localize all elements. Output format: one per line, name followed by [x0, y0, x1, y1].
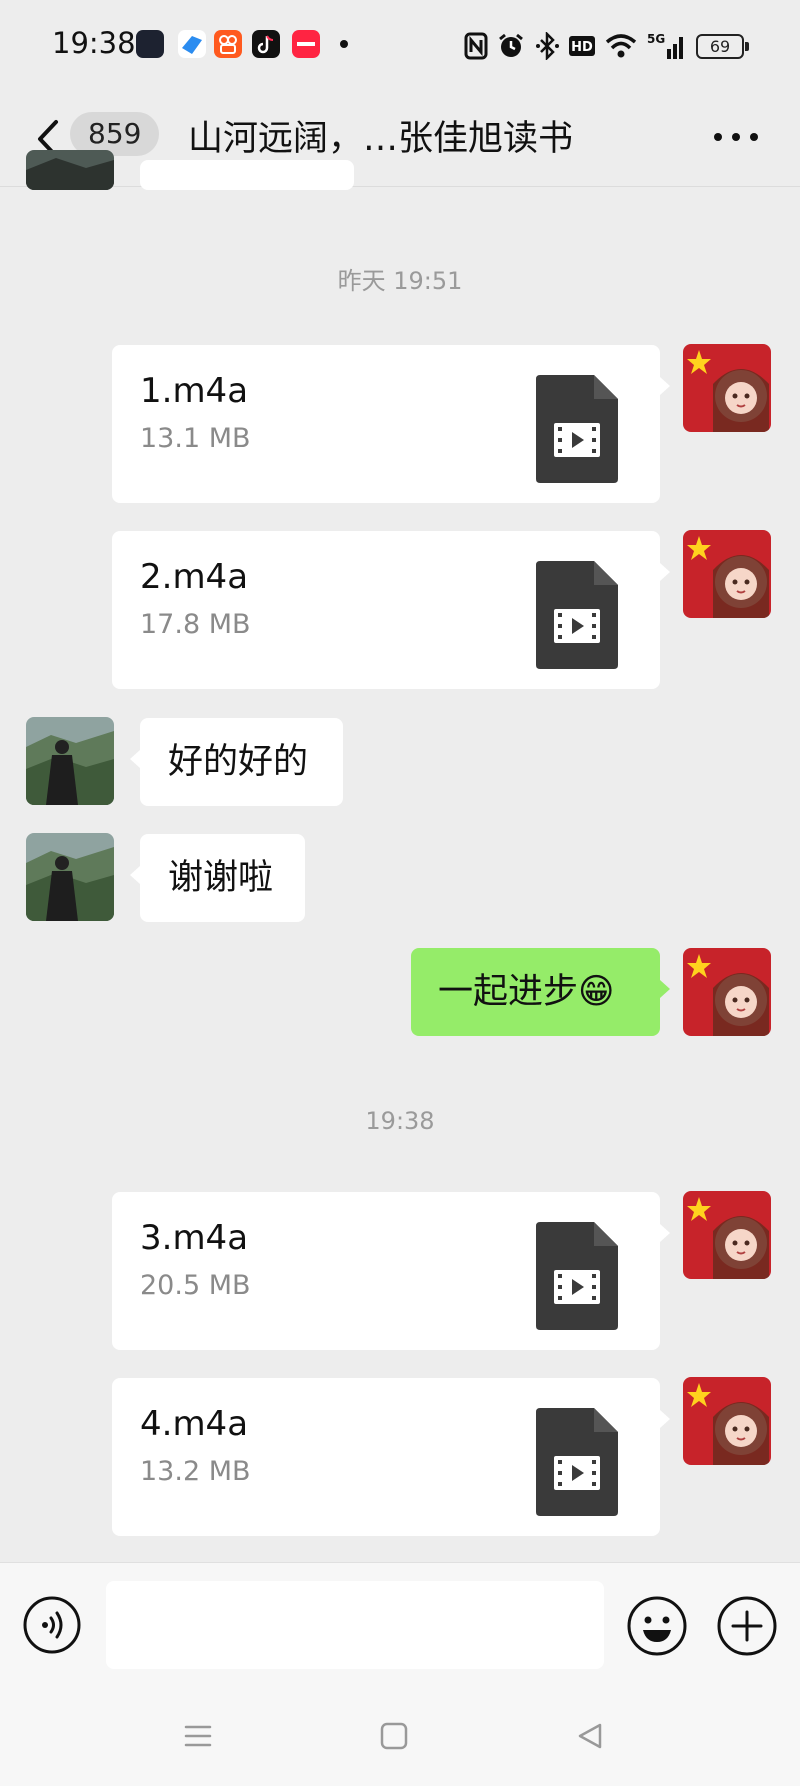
file-name: 2.m4a	[140, 557, 249, 597]
more-notifications-dot	[340, 40, 348, 48]
home-icon[interactable]	[374, 1716, 414, 1756]
text-message[interactable]: 一起进步😁	[411, 948, 670, 1036]
avatar-contact[interactable]	[26, 150, 114, 190]
file-size: 17.8 MB	[140, 609, 251, 640]
kuaishou-icon	[214, 30, 242, 58]
wifi-icon	[605, 34, 637, 58]
file-message[interactable]: 2.m4a 17.8 MB	[112, 531, 670, 689]
xiaohongshu-icon	[292, 30, 320, 58]
file-name: 4.m4a	[140, 1404, 249, 1444]
input-bar	[0, 1562, 800, 1689]
file-size: 20.5 MB	[140, 1270, 251, 1301]
message-text: 好的好的	[168, 742, 309, 782]
chat-title: 山河远阔，…张佳旭读书	[188, 119, 574, 159]
video-file-icon	[536, 561, 618, 669]
file-size: 13.2 MB	[140, 1456, 251, 1487]
video-file-icon	[536, 375, 618, 483]
back-nav-icon[interactable]	[570, 1716, 610, 1756]
battery-icon: 69	[696, 33, 749, 59]
file-size: 13.1 MB	[140, 423, 251, 454]
avatar-self[interactable]	[683, 530, 771, 618]
voice-input-icon[interactable]	[22, 1595, 82, 1655]
feishu-icon	[178, 30, 206, 58]
douyin-icon	[252, 30, 280, 58]
recent-apps-icon[interactable]	[178, 1716, 218, 1756]
avatar-self[interactable]	[683, 344, 771, 432]
file-message[interactable]: 4.m4a 13.2 MB	[112, 1378, 670, 1536]
file-message[interactable]: 3.m4a 20.5 MB	[112, 1192, 670, 1350]
timestamp: 19:38	[365, 1107, 435, 1135]
alarm-icon	[499, 33, 523, 57]
status-bar: 19:38 HD 5G 69	[0, 0, 800, 92]
avatar-contact[interactable]	[26, 717, 114, 805]
avatar-self[interactable]	[683, 1377, 771, 1465]
bluetooth-icon	[536, 32, 559, 60]
text-message[interactable]: 谢谢啦	[130, 834, 305, 922]
more-options-icon[interactable]	[708, 112, 764, 162]
emoji-icon[interactable]	[626, 1595, 688, 1657]
wechat-work-icon	[136, 30, 164, 58]
message-input[interactable]	[106, 1581, 604, 1669]
svg-text:HD: HD	[571, 40, 593, 55]
file-message[interactable]: 1.m4a 13.1 MB	[112, 345, 670, 503]
add-more-icon[interactable]	[716, 1595, 778, 1657]
hd-icon: HD	[569, 36, 595, 56]
avatar-self[interactable]	[683, 948, 771, 1036]
status-icons: HD 5G 69	[464, 26, 749, 66]
signal-5g-icon: 5G	[647, 32, 683, 59]
nfc-icon	[464, 32, 488, 60]
message-text: 谢谢啦	[168, 858, 274, 898]
status-time: 19:38	[52, 26, 136, 60]
timestamp: 昨天 19:51	[337, 267, 463, 295]
text-message[interactable]: 好的好的	[130, 718, 343, 806]
avatar-contact[interactable]	[26, 833, 114, 921]
file-name: 3.m4a	[140, 1218, 249, 1258]
svg-text:5G: 5G	[647, 32, 665, 46]
message-text: 一起进步😁	[438, 972, 615, 1012]
previous-message-bubble[interactable]	[140, 160, 354, 190]
system-navigation-bar	[0, 1688, 800, 1786]
video-file-icon	[536, 1222, 618, 1330]
avatar-self[interactable]	[683, 1191, 771, 1279]
video-file-icon	[536, 1408, 618, 1516]
chat-header: 859 山河远阔，…张佳旭读书	[0, 92, 800, 187]
file-name: 1.m4a	[140, 371, 249, 411]
